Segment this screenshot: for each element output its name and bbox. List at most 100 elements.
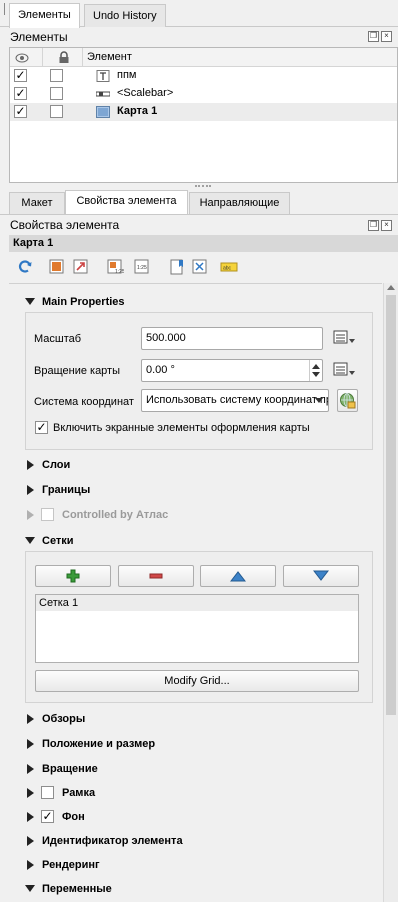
atlas-label: Controlled by Атлас (62, 509, 169, 521)
section-frame[interactable]: Рамка (62, 787, 95, 799)
scrollbar-thumb[interactable] (386, 295, 396, 715)
main-properties-header[interactable]: Main Properties (42, 296, 125, 308)
visibility-checkbox[interactable]: ✓ (14, 87, 27, 100)
crs-selector-button[interactable] (337, 389, 358, 412)
lock-column[interactable] (43, 48, 83, 67)
crs-select[interactable]: Использовать систему координат проекта (141, 389, 329, 412)
properties-toolbar: 1:25 1:25 abc (9, 256, 398, 278)
edge-handle (0, 3, 5, 15)
section-item-id[interactable]: Идентификатор элемента (42, 835, 183, 847)
add-grid-button[interactable] (35, 565, 111, 587)
close-icon[interactable]: × (381, 31, 392, 42)
float-icon[interactable]: ❐ (368, 31, 379, 42)
float-icon[interactable]: ❐ (368, 220, 379, 231)
svg-text:abc: abc (223, 266, 232, 272)
chevron-right-icon[interactable] (27, 485, 34, 495)
element-column-header[interactable]: Элемент (83, 48, 398, 67)
tab-layout[interactable]: Макет (9, 192, 65, 214)
arrow-up-icon (229, 571, 247, 582)
chevron-right-icon[interactable] (27, 860, 34, 870)
bookmarks-icon[interactable] (169, 258, 187, 276)
remove-grid-button[interactable] (118, 565, 194, 587)
lock-checkbox[interactable] (50, 105, 63, 118)
tab-item-properties[interactable]: Свойства элемента (65, 190, 188, 215)
scalebar-icon (96, 91, 110, 97)
chevron-right-icon[interactable] (27, 739, 34, 749)
frame-checkbox[interactable] (41, 786, 54, 799)
tab-undo-history-label: Undo History (93, 10, 157, 22)
section-layers[interactable]: Слои (42, 459, 70, 471)
draw-canvas-checkbox[interactable]: ✓ (35, 421, 48, 434)
eye-icon (15, 53, 29, 63)
chevron-right-icon[interactable] (27, 836, 34, 846)
chevron-right-icon[interactable] (27, 764, 34, 774)
spin-up-icon[interactable] (312, 364, 320, 369)
chevron-down-icon[interactable] (25, 298, 35, 305)
tab-undo-history[interactable]: Undo History (84, 4, 166, 27)
rotation-spinner[interactable] (309, 360, 322, 381)
section-background[interactable]: Фон (62, 811, 85, 823)
move-grid-down-button[interactable] (283, 565, 359, 587)
visibility-checkbox[interactable]: ✓ (14, 69, 27, 82)
refresh-icon[interactable] (16, 258, 34, 276)
chevron-down-icon (315, 398, 323, 403)
close-icon[interactable]: × (381, 220, 392, 231)
tabs-divider (0, 214, 398, 215)
chevron-down-icon[interactable] (25, 537, 35, 544)
lock-checkbox[interactable] (50, 69, 63, 82)
chevron-right-icon[interactable] (27, 788, 34, 798)
set-extent-icon[interactable] (48, 258, 66, 276)
section-overviews[interactable]: Обзоры (42, 713, 85, 725)
atlas-checkbox[interactable] (41, 508, 54, 521)
globe-icon (340, 393, 356, 409)
section-rendering[interactable]: Рендеринг (42, 859, 100, 871)
move-grid-up-button[interactable] (200, 565, 276, 587)
section-position-size[interactable]: Положение и размер (42, 738, 155, 750)
table-row[interactable]: ✓ ппм (10, 67, 397, 85)
chevron-right-icon[interactable] (27, 714, 34, 724)
svg-text:1:25: 1:25 (137, 265, 147, 271)
tab-elements[interactable]: Элементы (9, 3, 80, 28)
grids-header[interactable]: Сетки (42, 535, 74, 547)
tab-item-properties-label: Свойства элемента (76, 195, 177, 207)
chevron-down-icon[interactable] (25, 885, 35, 892)
labeling-settings-icon[interactable] (191, 258, 209, 276)
row-label: <Scalebar> (117, 87, 174, 99)
tab-guides[interactable]: Направляющие (189, 192, 290, 214)
section-variables[interactable]: Переменные (42, 883, 112, 895)
vertical-scrollbar[interactable] (383, 283, 398, 902)
table-row-selected[interactable]: ✓ Карта 1 (10, 103, 397, 121)
tab-layout-label: Макет (21, 197, 53, 209)
scale-input[interactable]: 500.000 (141, 327, 323, 350)
chevron-right-icon (27, 510, 34, 520)
visibility-column[interactable] (10, 48, 43, 67)
data-defined-icon[interactable] (332, 329, 356, 347)
chevron-right-icon[interactable] (27, 460, 34, 470)
top-tabbar: Элементы Undo History (0, 0, 398, 28)
table-row[interactable]: ✓ <Scalebar> (10, 85, 397, 103)
set-scale-icon[interactable]: 1:25 (106, 258, 124, 276)
arrow-down-icon (312, 570, 330, 581)
tab-elements-label: Элементы (18, 9, 71, 21)
splitter-handle[interactable] (195, 185, 211, 188)
text-icon (96, 70, 110, 82)
row-label: Карта 1 (117, 105, 158, 117)
chevron-right-icon[interactable] (27, 812, 34, 822)
list-item[interactable]: Сетка 1 (36, 595, 358, 611)
view-extent-icon[interactable] (72, 258, 90, 276)
rotation-input[interactable]: 0.00 ° (141, 359, 323, 382)
background-checkbox[interactable]: ✓ (41, 810, 54, 823)
label-icon[interactable]: abc (220, 258, 238, 276)
plus-icon (66, 569, 80, 583)
scroll-up-icon[interactable] (387, 285, 395, 290)
spin-down-icon[interactable] (312, 372, 320, 377)
section-rotation[interactable]: Вращение (42, 763, 98, 775)
map-icon (96, 106, 110, 118)
section-extents[interactable]: Границы (42, 484, 90, 496)
modify-grid-button[interactable]: Modify Grid... (35, 670, 359, 692)
visibility-checkbox[interactable]: ✓ (14, 105, 27, 118)
items-panel-title: Элементы (10, 30, 68, 44)
lock-checkbox[interactable] (50, 87, 63, 100)
view-scale-icon[interactable]: 1:25 (133, 258, 151, 276)
data-defined-icon[interactable] (332, 361, 356, 379)
